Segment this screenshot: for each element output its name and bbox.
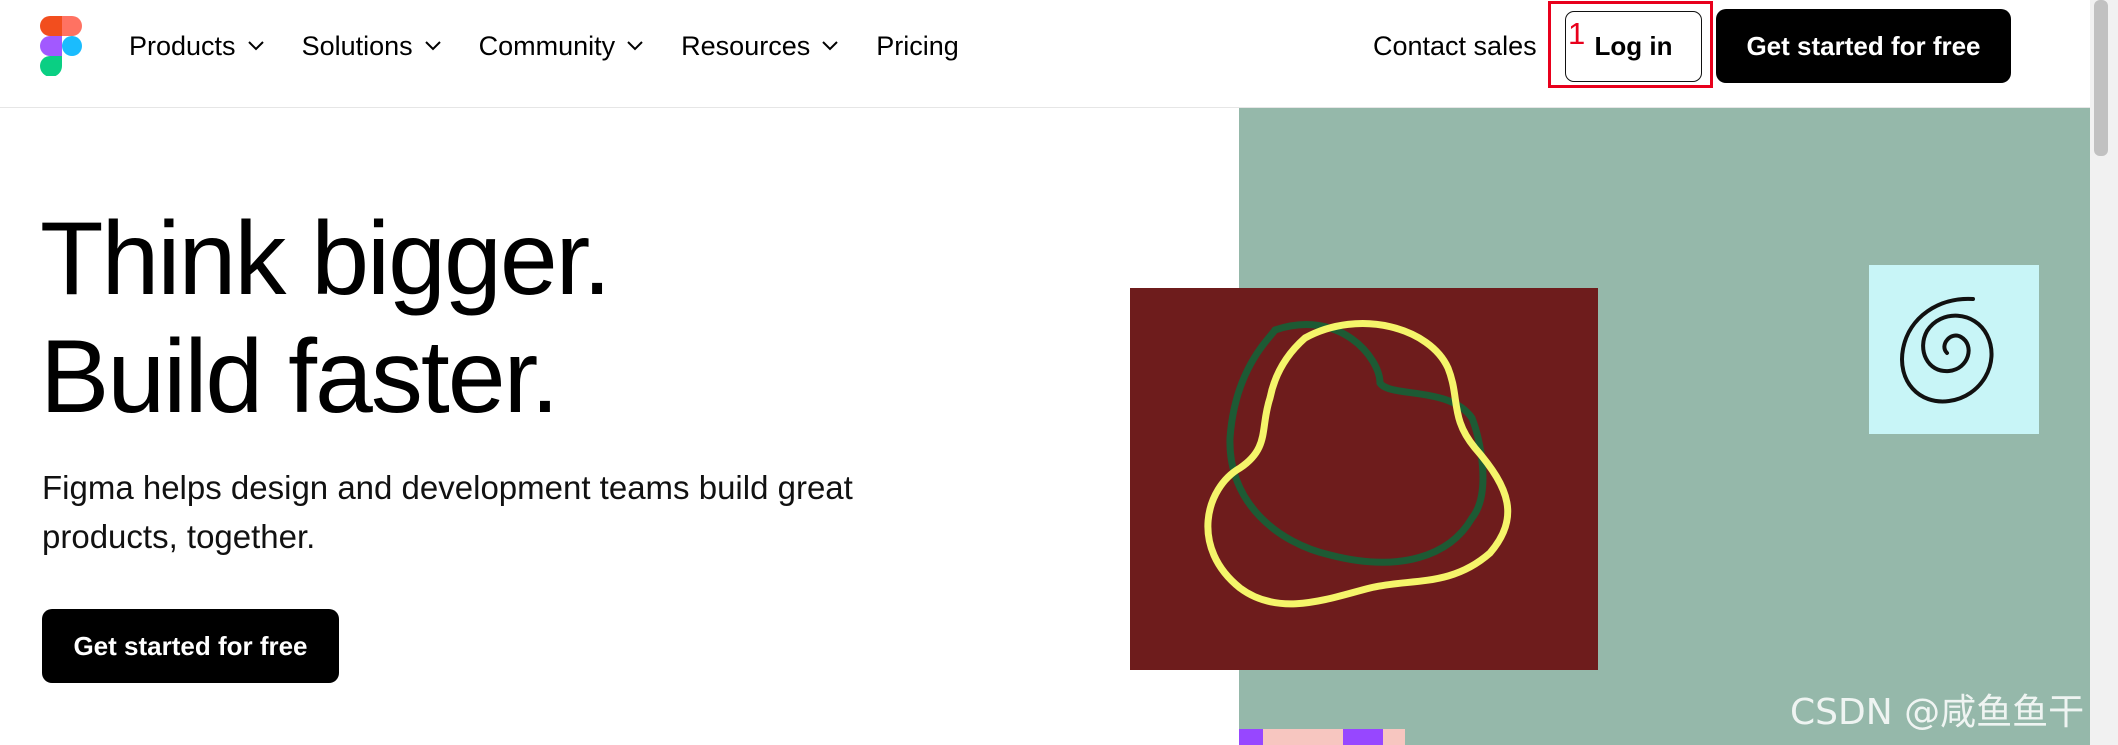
- hero-art-strip-4: [1383, 729, 1405, 745]
- watermark: CSDN @咸鱼鱼干: [1790, 692, 2085, 733]
- hero-title-line-2: Build faster.: [40, 319, 559, 435]
- figma-logo-icon[interactable]: [40, 16, 84, 76]
- scrollbar-thumb[interactable]: [2094, 0, 2108, 156]
- chevron-down-icon: [424, 41, 441, 51]
- hero-title-line-1: Think bigger.: [40, 201, 611, 317]
- hero-art-strip-3: [1343, 729, 1383, 745]
- nav-solutions-label: Solutions: [301, 30, 413, 61]
- hero-subtitle: Figma helps design and development teams…: [42, 469, 853, 555]
- top-navigation-bar: Products Solutions Community Resources P…: [0, 0, 2090, 108]
- chevron-down-icon: [627, 41, 643, 51]
- get-started-button-hero[interactable]: Get started for free: [42, 609, 339, 683]
- hero-art-strip-1: [1239, 729, 1263, 745]
- nav-resources-label: Resources: [681, 30, 811, 61]
- spiral-icon: [1900, 296, 1994, 404]
- chevron-down-icon: [822, 41, 838, 51]
- login-button[interactable]: Log in: [1565, 11, 1702, 82]
- blob-drawing: [1204, 320, 1512, 608]
- chevron-down-icon: [247, 41, 264, 51]
- hero-title: Think bigger. Build faster.: [40, 200, 611, 436]
- nav-pricing[interactable]: Pricing: [876, 26, 959, 66]
- get-started-button-header[interactable]: Get started for free: [1716, 9, 2011, 83]
- nav-community[interactable]: Community: [479, 26, 644, 66]
- hero-art-strip-2: [1263, 729, 1343, 745]
- annotation-marker: 1: [1568, 16, 1586, 51]
- hero-art-canvas: [1130, 288, 1598, 670]
- nav-pricing-label: Pricing: [876, 30, 959, 61]
- spiral-sticker: [1869, 265, 2039, 434]
- nav-products[interactable]: Products: [129, 26, 264, 66]
- main-nav: Products Solutions Community Resources P…: [129, 26, 997, 66]
- contact-sales-link[interactable]: Contact sales: [1373, 26, 1537, 66]
- nav-solutions[interactable]: Solutions: [302, 26, 441, 66]
- nav-community-label: Community: [478, 30, 616, 61]
- nav-resources[interactable]: Resources: [681, 26, 838, 66]
- nav-products-label: Products: [129, 30, 236, 61]
